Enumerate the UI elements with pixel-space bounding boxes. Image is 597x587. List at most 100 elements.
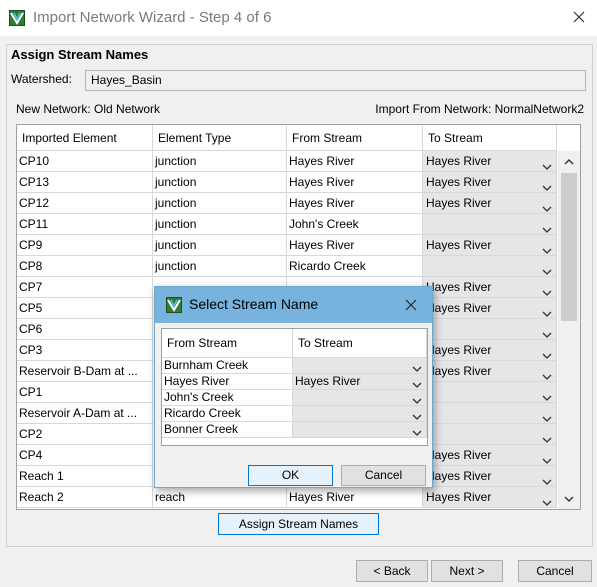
to-stream-dropdown[interactable]: Hayes River [423, 361, 557, 382]
to-stream-dropdown[interactable]: Hayes River [423, 466, 557, 487]
table-row[interactable]: CP13 junction Hayes River Hayes River [17, 172, 557, 193]
to-stream-dropdown[interactable] [423, 214, 557, 235]
table-scrollbar[interactable] [558, 151, 580, 509]
chevron-down-icon[interactable] [542, 388, 552, 401]
cell-imported-element-text: Reach 2 [19, 490, 64, 504]
back-button[interactable]: < Back [356, 560, 428, 582]
dialog-table-row[interactable]: Hayes River Hayes River [162, 374, 427, 390]
cell-imported-element-text: Reach 1 [19, 469, 64, 483]
cell-imported-element-text: CP1 [19, 385, 43, 399]
chevron-down-icon[interactable] [412, 426, 422, 436]
chevron-down-icon[interactable] [542, 451, 552, 464]
close-icon[interactable] [560, 0, 597, 34]
to-stream-dropdown[interactable]: Hayes River [423, 277, 557, 298]
ok-button[interactable]: OK [248, 465, 333, 486]
cell-from-stream-text: Hayes River [289, 175, 355, 189]
cell-from-stream-text: Ricardo Creek [289, 259, 366, 273]
to-stream-dropdown[interactable]: Hayes River [423, 487, 557, 508]
column-header-element-type[interactable]: Element Type [153, 125, 287, 151]
dialog-table-row[interactable]: Ricardo Creek [162, 406, 427, 422]
close-icon[interactable] [399, 293, 423, 317]
chevron-down-icon[interactable] [542, 178, 552, 191]
to-stream-dropdown[interactable]: Hayes River [423, 151, 557, 172]
scrollbar-thumb[interactable] [561, 173, 577, 321]
dialog-table-row[interactable]: Bonner Creek [162, 422, 427, 438]
chevron-down-icon[interactable] [542, 199, 552, 212]
table-row[interactable]: CP10 junction Hayes River Hayes River [17, 151, 557, 172]
to-stream-dropdown-text: Hayes River [426, 280, 492, 294]
chevron-down-icon[interactable] [412, 394, 422, 404]
cell-imported-element-text: CP8 [19, 259, 43, 273]
chevron-down-icon[interactable] [542, 409, 552, 422]
table-row[interactable]: CP12 junction Hayes River Hayes River [17, 193, 557, 214]
dialog-table-row[interactable]: Burnham Creek [162, 358, 427, 374]
dialog-stream-table: From Stream To Stream Burnham Creek Hayes… [161, 328, 428, 446]
to-stream-dropdown[interactable] [423, 256, 557, 277]
chevron-down-icon[interactable] [542, 283, 552, 296]
cell-element-type-text: junction [155, 217, 197, 231]
cell-imported-element: CP6 [17, 319, 153, 340]
dialog-to-stream-dropdown[interactable] [293, 390, 427, 406]
chevron-down-icon[interactable] [542, 262, 552, 275]
to-stream-dropdown[interactable] [423, 382, 557, 403]
to-stream-dropdown[interactable]: Hayes River [423, 298, 557, 319]
column-header-to-stream[interactable]: To Stream [423, 125, 557, 151]
chevron-down-icon[interactable] [542, 304, 552, 317]
table-row[interactable]: CP8 junction Ricardo Creek [17, 256, 557, 277]
cell-imported-element-text: CP2 [19, 427, 43, 441]
to-stream-dropdown[interactable]: Hayes River [423, 340, 557, 361]
to-stream-dropdown[interactable]: Hayes River [423, 172, 557, 193]
chevron-down-icon[interactable] [542, 472, 552, 485]
dialog-column-header-to-stream[interactable]: To Stream [293, 329, 427, 358]
next-button[interactable]: Next > [431, 560, 503, 582]
chevron-down-icon[interactable] [542, 346, 552, 359]
to-stream-dropdown[interactable] [423, 319, 557, 340]
chevron-down-icon[interactable] [542, 157, 552, 170]
chevron-down-icon[interactable] [542, 220, 552, 233]
chevron-down-icon[interactable] [542, 430, 552, 443]
cell-imported-element: CP8 [17, 256, 153, 277]
cell-element-type: junction [153, 172, 287, 193]
watershed-field: Hayes_Basin [85, 70, 586, 91]
chevron-down-icon[interactable] [412, 410, 422, 420]
scroll-up-icon[interactable] [558, 151, 580, 171]
column-header-from-stream[interactable]: From Stream [287, 125, 423, 151]
cell-from-stream: Hayes River [287, 487, 423, 508]
cell-imported-element: CP11 [17, 214, 153, 235]
to-stream-dropdown[interactable]: Hayes River [423, 235, 557, 256]
to-stream-dropdown[interactable] [423, 424, 557, 445]
cell-element-type-text: junction [155, 259, 197, 273]
cell-imported-element: Reach 2 [17, 487, 153, 508]
table-row[interactable]: Reach 2 reach Hayes River Hayes River [17, 487, 557, 508]
chevron-down-icon[interactable] [412, 362, 422, 372]
cell-from-stream: Hayes River [287, 172, 423, 193]
chevron-down-icon[interactable] [542, 241, 552, 254]
assign-stream-names-button[interactable]: Assign Stream Names [218, 513, 379, 535]
to-stream-dropdown[interactable]: Hayes River [423, 445, 557, 466]
table-row[interactable]: CP9 junction Hayes River Hayes River [17, 235, 557, 256]
network-wizard-icon [9, 10, 25, 26]
dialog-table-row[interactable]: John's Creek [162, 390, 427, 406]
cell-element-type: reach [153, 487, 287, 508]
cell-imported-element-text: Reservoir B-Dam at ... [19, 364, 138, 378]
cancel-button[interactable]: Cancel [518, 560, 592, 582]
scroll-down-icon[interactable] [558, 489, 580, 509]
chevron-down-icon[interactable] [542, 325, 552, 338]
chevron-down-icon[interactable] [542, 493, 552, 506]
dialog-to-stream-dropdown[interactable] [293, 358, 427, 374]
dialog-column-header-from-stream[interactable]: From Stream [162, 329, 293, 358]
cell-imported-element-text: CP10 [19, 154, 50, 168]
dialog-to-stream-dropdown[interactable] [293, 422, 427, 438]
dialog-to-stream-dropdown[interactable] [293, 406, 427, 422]
chevron-down-icon[interactable] [412, 378, 422, 388]
to-stream-dropdown[interactable]: Hayes River [423, 193, 557, 214]
chevron-down-icon[interactable] [542, 367, 552, 380]
column-header-imported-element[interactable]: Imported Element [17, 125, 153, 151]
cell-imported-element: Reach 1 [17, 466, 153, 487]
dialog-to-stream-dropdown[interactable]: Hayes River [293, 374, 427, 390]
dialog-to-stream-text: Hayes River [295, 374, 361, 388]
table-row[interactable]: CP11 junction John's Creek [17, 214, 557, 235]
dialog-cancel-button[interactable]: Cancel [341, 465, 426, 486]
dialog-cell-from-stream: Bonner Creek [162, 422, 293, 438]
to-stream-dropdown[interactable] [423, 403, 557, 424]
